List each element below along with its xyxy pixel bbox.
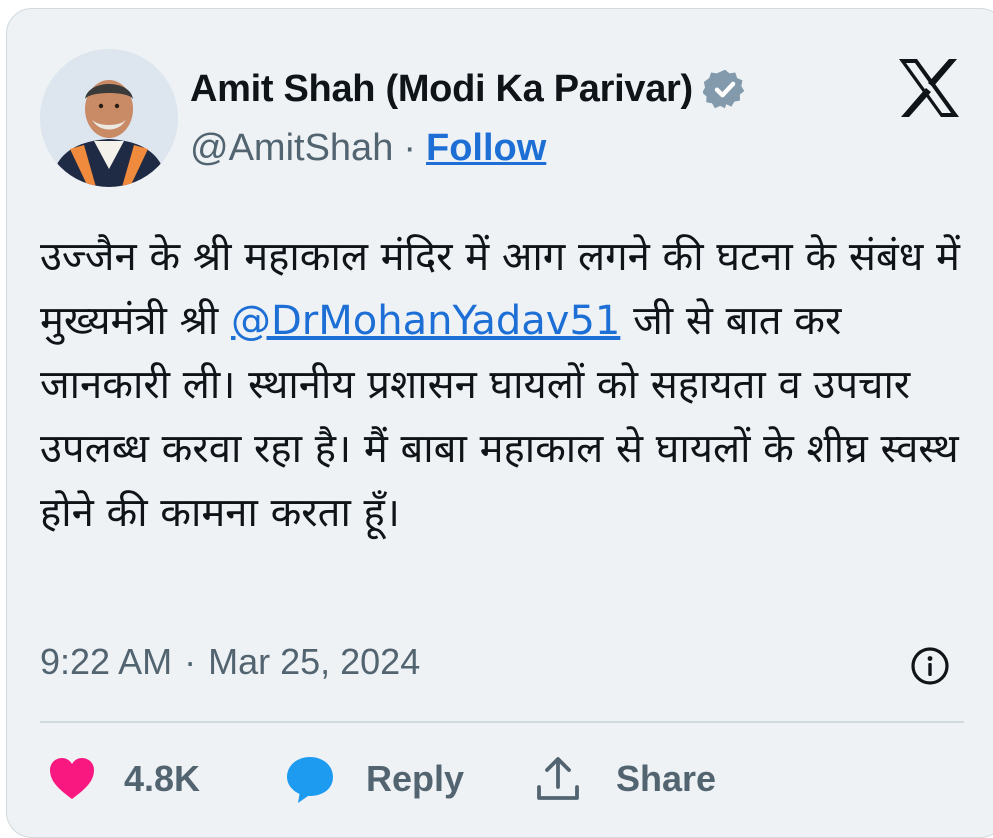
timestamp[interactable]: 9:22 AM · Mar 25, 2024 <box>40 641 420 683</box>
author-name[interactable]: Amit Shah (Modi Ka Parivar) <box>190 68 693 111</box>
divider <box>40 721 964 723</box>
author-handle-row: @AmitShah · Follow <box>190 127 546 170</box>
verified-badge-icon[interactable] <box>702 67 747 111</box>
share-label: Share <box>616 758 717 799</box>
x-logo-icon[interactable] <box>897 57 961 119</box>
like-count: 4.8K <box>124 758 201 799</box>
info-icon[interactable] <box>909 645 951 687</box>
speech-bubble-icon <box>284 753 336 805</box>
like-button[interactable]: 4.8K <box>46 753 200 805</box>
tweet-date: Mar 25, 2024 <box>208 641 421 682</box>
author-name-row: Amit Shah (Modi Ka Parivar) <box>190 67 747 111</box>
avatar[interactable] <box>40 49 178 187</box>
separator-dot: · <box>403 127 416 169</box>
tweet-card: Amit Shah (Modi Ka Parivar) @AmitShah · … <box>6 8 993 838</box>
tweet-time: 9:22 AM <box>40 641 173 682</box>
author-handle[interactable]: @AmitShah <box>190 127 393 170</box>
action-bar: 4.8K Reply Share <box>40 751 970 811</box>
share-upload-icon <box>532 753 584 805</box>
tweet-text: उज्जैन के श्री महाकाल मंदिर में आग लगने … <box>40 225 970 545</box>
reply-label: Reply <box>366 758 465 799</box>
reply-button[interactable]: Reply <box>284 753 464 805</box>
separator-dot: · <box>184 641 197 682</box>
follow-button[interactable]: Follow <box>426 127 546 170</box>
heart-icon <box>46 753 98 805</box>
mention-link[interactable]: @DrMohanYadav51 <box>231 298 620 344</box>
avatar-photo <box>40 49 178 187</box>
share-button[interactable]: Share <box>532 753 716 805</box>
